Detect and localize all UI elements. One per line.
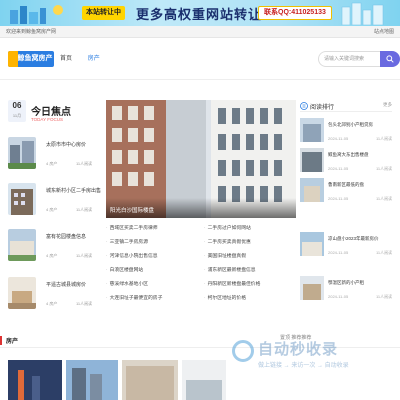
focus-subtitle: TODAY FOCUS — [31, 117, 64, 122]
watermark-text: 自动秒收录 — [258, 340, 339, 358]
listing-image[interactable] — [8, 360, 62, 400]
list-item-views: 11人阅读 — [76, 253, 93, 258]
logo-mark-icon — [8, 51, 18, 67]
nav-item-home[interactable]: 首页 — [60, 56, 72, 62]
rank-item[interactable]: 鲁南新区最低的盘 2024-11-05 11人阅读 — [300, 178, 396, 206]
rank-item-views: 11人阅读 — [376, 250, 393, 255]
list-item-title: 太原市市中心房价 — [46, 142, 87, 148]
rank-item-title: 鲸鱼窝大东出售楼盘 — [328, 152, 369, 157]
search-input[interactable]: 请输入关键词搜索 — [318, 51, 380, 67]
banner-tag: 本站转让中 — [82, 6, 125, 20]
watermark-logo-icon — [232, 340, 254, 362]
rank-thumbnail — [300, 148, 324, 172]
welcome-text: 欢迎来到鲸鱼窝房产网 — [6, 29, 57, 35]
article-link[interactable]: 西域区买卖二手房律师 — [106, 224, 158, 231]
article-link[interactable]: 美国旧址楼盘真假 — [204, 252, 246, 259]
list-item[interactable]: 富有花园楼盘信息 4 房产 11人阅读 — [8, 229, 104, 269]
rank-item-date: 2024-11-05 — [328, 196, 349, 201]
list-item-title: 平遥古城县城房价 — [46, 282, 87, 288]
rank-item-date: 2024-11-05 — [328, 136, 349, 141]
section-accent-bar — [0, 336, 2, 345]
focus-title: 今日焦点 — [31, 107, 71, 118]
list-item-tag: 4 房产 — [46, 301, 58, 306]
list-item[interactable]: 平遥古城县城房价 4 房产 11人阅读 — [8, 277, 104, 317]
article-link[interactable]: 河津信息小院出售信息 — [106, 252, 158, 259]
article-link[interactable]: 丹阳新区新楼盘最佳价格 — [204, 280, 261, 287]
rank-thumbnail — [300, 232, 324, 256]
rank-item-date: 2024-11-05 — [328, 294, 349, 299]
rank-item-title: 包头北郊别小产租贷房 — [328, 122, 373, 127]
rank-thumbnail — [300, 178, 324, 202]
rank-thumbnail — [300, 118, 324, 142]
article-link[interactable]: 柯尔区地址的价格 — [204, 294, 246, 301]
article-link[interactable]: 浦东新区最新楼盘信息 — [204, 266, 256, 273]
article-link[interactable]: 二手房过户如何网站 — [204, 224, 251, 231]
city-illustration-icon — [341, 2, 384, 25]
rank-item-views: 11人阅读 — [376, 166, 393, 171]
banner-slogan: 更多高权重网站转让 — [136, 8, 263, 23]
site-logo[interactable]: 鲸鱼窝房产网 — [8, 51, 54, 78]
rank-item[interactable]: 包头北郊别小产租贷房 2024-11-05 11人阅读 — [300, 118, 396, 146]
top-utility-bar: 欢迎来到鲸鱼窝房产网 站点地图 — [0, 26, 400, 38]
rank-item-views: 11人阅读 — [376, 294, 393, 299]
nav-item-realestate[interactable]: 房产 — [88, 56, 100, 62]
search-button[interactable] — [380, 51, 400, 67]
list-item[interactable]: 城东新村小区二手房出售 4 房产 11人阅读 — [8, 183, 104, 223]
listing-image[interactable] — [122, 360, 178, 400]
hero-caption[interactable]: 阳光白沙国际楼盘 — [110, 206, 154, 214]
thumbnail-image — [8, 183, 36, 215]
rank-item[interactable]: 鲸鱼窝大东出售楼盘 2024-11-05 11人阅读 — [300, 148, 396, 176]
search-bar: 请输入关键词搜索 — [318, 51, 400, 67]
date-badge: 06 11月 — [8, 100, 26, 122]
article-link[interactable]: 二手房买卖真假优惠 — [204, 238, 251, 245]
rank-item-views: 11人阅读 — [376, 136, 393, 141]
listing-image[interactable] — [182, 360, 226, 400]
article-link[interactable]: 白浪区楼盘网站 — [106, 266, 144, 273]
section-title[interactable]: 房产 — [6, 336, 18, 345]
date-day: 06 — [12, 101, 22, 110]
thumbnail-image — [8, 229, 36, 261]
buildings-illustration-icon — [10, 5, 63, 24]
list-item-views: 11人阅读 — [76, 301, 93, 306]
list-item-views: 11人阅读 — [76, 207, 93, 212]
search-icon — [386, 55, 394, 63]
listing-image[interactable] — [66, 360, 118, 400]
rank-item-title: 凉山盘小2023年最新房价 — [328, 236, 379, 241]
rank-item[interactable]: 鄂温区新的小产租 2024-11-05 11人阅读 — [300, 276, 396, 304]
rank-item-date: 2024-11-05 — [328, 166, 349, 171]
list-icon — [300, 102, 308, 110]
rank-item[interactable]: 凉山盘小2023年最新房价 2024-11-05 11人阅读 — [300, 232, 396, 260]
thumbnail-image — [8, 277, 36, 309]
list-item-views: 11人阅读 — [76, 161, 93, 166]
list-item-tag: 4 房产 — [46, 161, 58, 166]
thumbnail-image — [8, 137, 36, 169]
sitemap-link[interactable]: 站点地图 — [374, 26, 394, 38]
bottom-image-row — [0, 360, 400, 400]
rank-header: 阅读排行 更多 — [300, 100, 392, 112]
rank-item-views: 11人阅读 — [376, 196, 393, 201]
date-month: 11月 — [12, 113, 22, 118]
list-item-title: 富有花园楼盘信息 — [46, 234, 87, 240]
rank-title: 阅读排行 — [310, 105, 335, 111]
rank-more-link[interactable]: 更多 — [383, 102, 392, 108]
top-banner-ad[interactable]: 本站转让中 更多高权重网站转让 联系QQ:411025133 — [0, 0, 400, 26]
banner-contact[interactable]: 联系QQ:411025133 — [258, 6, 332, 20]
list-item-title: 城东新村小区二手房出售 — [46, 188, 102, 194]
list-item[interactable]: 太原市市中心房价 4 房产 11人阅读 — [8, 137, 104, 177]
rank-item-title: 鄂温区新的小产租 — [328, 280, 364, 285]
article-link[interactable]: 三亚镇二手房房源 — [106, 238, 148, 245]
hero-caption-overlay: 阳光白沙国际楼盘 — [106, 198, 296, 218]
list-item-tag: 4 房产 — [46, 253, 58, 258]
main-nav: 首页 房产 — [60, 53, 114, 62]
list-item-tag: 4 房产 — [46, 207, 58, 212]
article-link[interactable]: 慈溪绿水基地小区 — [106, 280, 148, 287]
rank-thumbnail — [300, 276, 324, 300]
article-link[interactable]: 大连旧址子最便宜的房子 — [106, 294, 163, 301]
rank-item-title: 鲁南新区最低的盘 — [328, 182, 364, 187]
site-header: 鲸鱼窝房产网 首页 房产 请输入关键词搜索 — [0, 38, 400, 80]
rank-item-date: 2024-11-05 — [328, 250, 349, 255]
